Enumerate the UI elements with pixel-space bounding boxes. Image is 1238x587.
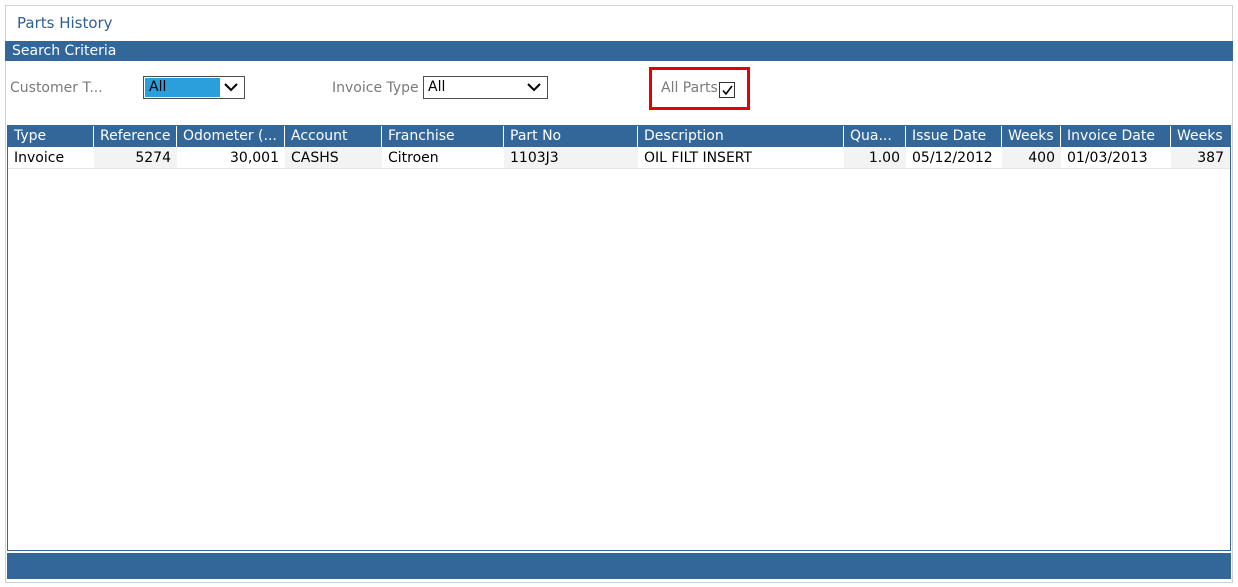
- checkmark-icon: [722, 85, 733, 96]
- search-criteria-header: Search Criteria: [5, 41, 1233, 61]
- cell-issue-date: 05/12/2012: [906, 147, 1002, 169]
- column-header-odometer[interactable]: Odometer (...: [177, 126, 285, 147]
- invoice-type-select[interactable]: All: [423, 76, 548, 99]
- grid-header: Type Reference Odometer (... Account Fra…: [8, 126, 1230, 147]
- cell-weeks-2: 387: [1171, 147, 1230, 169]
- cell-quantity: 1.00: [844, 147, 906, 169]
- chevron-down-icon: [223, 80, 239, 94]
- all-parts-checkbox[interactable]: [719, 82, 735, 98]
- table-row[interactable]: Invoice 5274 30,001 CASHS Citroen 1103J3…: [8, 147, 1230, 169]
- column-header-weeks-2[interactable]: Weeks: [1171, 126, 1230, 147]
- cell-account: CASHS: [285, 147, 382, 169]
- column-header-weeks[interactable]: Weeks: [1002, 126, 1061, 147]
- page-title: Parts History: [17, 14, 113, 32]
- all-parts-label: All Parts: [661, 80, 718, 96]
- cell-franchise: Citroen: [382, 147, 504, 169]
- chevron-down-icon: [526, 80, 542, 94]
- cell-reference: 5274: [94, 147, 177, 169]
- column-header-part-no[interactable]: Part No: [504, 126, 638, 147]
- customer-type-value: All: [149, 79, 167, 95]
- column-header-description[interactable]: Description: [638, 126, 844, 147]
- cell-weeks: 400: [1002, 147, 1061, 169]
- column-header-type[interactable]: Type: [8, 126, 94, 147]
- column-header-franchise[interactable]: Franchise: [382, 126, 504, 147]
- customer-type-label: Customer T...: [10, 80, 103, 96]
- cell-odometer: 30,001: [177, 147, 285, 169]
- cell-part-no: 1103J3: [504, 147, 638, 169]
- column-header-quantity[interactable]: Qua...: [844, 126, 906, 147]
- customer-type-select[interactable]: All: [143, 76, 245, 99]
- column-header-issue-date[interactable]: Issue Date: [906, 126, 1002, 147]
- parts-history-grid: Type Reference Odometer (... Account Fra…: [7, 125, 1231, 551]
- grid-footer-bar: [7, 553, 1231, 579]
- column-header-invoice-date[interactable]: Invoice Date: [1061, 126, 1171, 147]
- column-header-account[interactable]: Account: [285, 126, 382, 147]
- invoice-type-label: Invoice Type: [332, 80, 419, 96]
- cell-invoice-date: 01/03/2013: [1061, 147, 1171, 169]
- invoice-type-value: All: [428, 79, 446, 95]
- column-header-reference[interactable]: Reference: [94, 126, 177, 147]
- cell-type: Invoice: [8, 147, 94, 169]
- cell-description: OIL FILT INSERT: [638, 147, 844, 169]
